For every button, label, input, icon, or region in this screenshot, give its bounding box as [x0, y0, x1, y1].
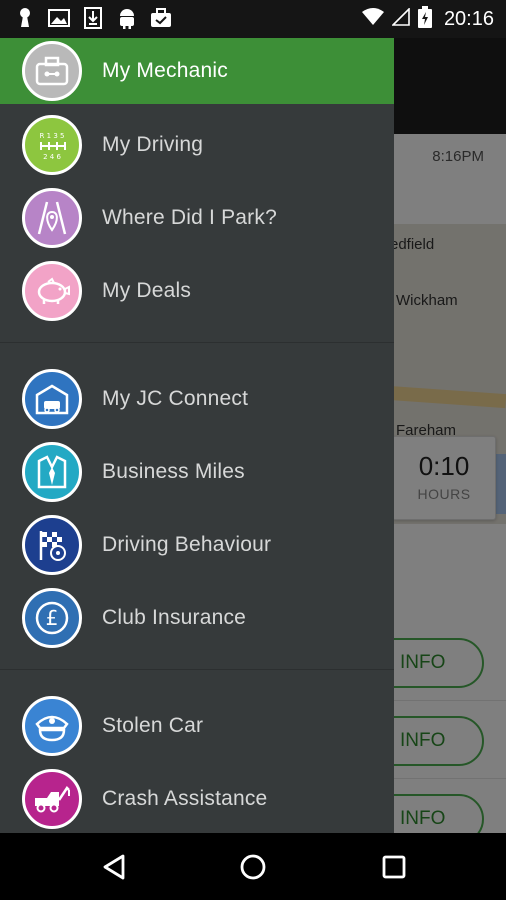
drawer-item-stolen-car[interactable]: Stolen Car: [0, 689, 394, 762]
android-icon: [116, 7, 138, 29]
image-icon: [48, 7, 70, 29]
drawer-item-where-did-i-park[interactable]: Where Did I Park?: [0, 181, 394, 254]
tow-truck-icon: [22, 768, 82, 829]
system-icons: 20:16: [361, 6, 494, 33]
suit-icon: [22, 441, 82, 502]
drawer-item-label: My Mechanic: [102, 59, 228, 82]
drawer-item-label: Stolen Car: [102, 713, 204, 737]
system-nav-bar: [0, 833, 506, 900]
notification-icons: [14, 7, 172, 29]
drawer-item-label: My JC Connect: [102, 386, 249, 410]
police-hat-icon: [22, 695, 82, 756]
drawer-item-driving-behaviour[interactable]: Driving Behaviour: [0, 508, 394, 581]
svg-text:R 1 3 5: R 1 3 5: [40, 132, 65, 140]
wifi-icon: [361, 8, 384, 31]
drawer-item-my-jc-connect[interactable]: My JC Connect: [0, 362, 394, 435]
map-pin-road-icon: [22, 187, 82, 248]
keyhole-icon: [14, 7, 36, 29]
drawer-divider: [0, 669, 394, 670]
checkered-flag-icon: [22, 514, 82, 575]
drawer-item-label: My Deals: [102, 278, 192, 302]
toolbox-icon: [22, 41, 82, 101]
drawer-item-label: Where Did I Park?: [102, 205, 277, 229]
drawer-item-business-miles[interactable]: Business Miles: [0, 435, 394, 508]
drawer-item-label: Club Insurance: [102, 605, 247, 629]
svg-text:£: £: [46, 606, 59, 630]
drawer-item-my-mechanic[interactable]: My Mechanic: [0, 38, 394, 104]
clock: 20:16: [443, 8, 494, 30]
drawer-item-crash-assistance[interactable]: Crash Assistance: [0, 762, 394, 833]
drawer-divider: [0, 342, 394, 343]
home-icon[interactable]: [235, 849, 271, 885]
drawer-item-club-insurance[interactable]: £ Club Insurance: [0, 581, 394, 654]
battery-charging-icon: [417, 6, 432, 33]
drawer-item-my-deals[interactable]: My Deals: [0, 254, 394, 327]
back-icon[interactable]: [96, 849, 132, 885]
signal-icon: [391, 7, 410, 31]
recents-icon[interactable]: [376, 849, 412, 885]
download-icon: [82, 7, 104, 29]
drawer-item-label: Crash Assistance: [102, 786, 268, 810]
drawer-item-label: My Driving: [102, 132, 204, 156]
svg-text:2 4 6: 2 4 6: [43, 153, 61, 161]
briefcase-check-icon: [150, 7, 172, 29]
status-bar: 20:16: [0, 0, 506, 38]
drawer-item-label: Driving Behaviour: [102, 532, 272, 556]
navigation-drawer: My Mechanic R 1 3 5 2 4 6 My Driving Wher…: [0, 38, 394, 833]
drawer-item-my-driving[interactable]: R 1 3 5 2 4 6 My Driving: [0, 108, 394, 181]
piggy-bank-icon: [22, 260, 82, 321]
pound-coin-icon: £: [22, 587, 82, 648]
gear-shift-icon: R 1 3 5 2 4 6: [22, 114, 82, 175]
drawer-item-label: Business Miles: [102, 459, 245, 483]
garage-car-icon: [22, 368, 82, 429]
